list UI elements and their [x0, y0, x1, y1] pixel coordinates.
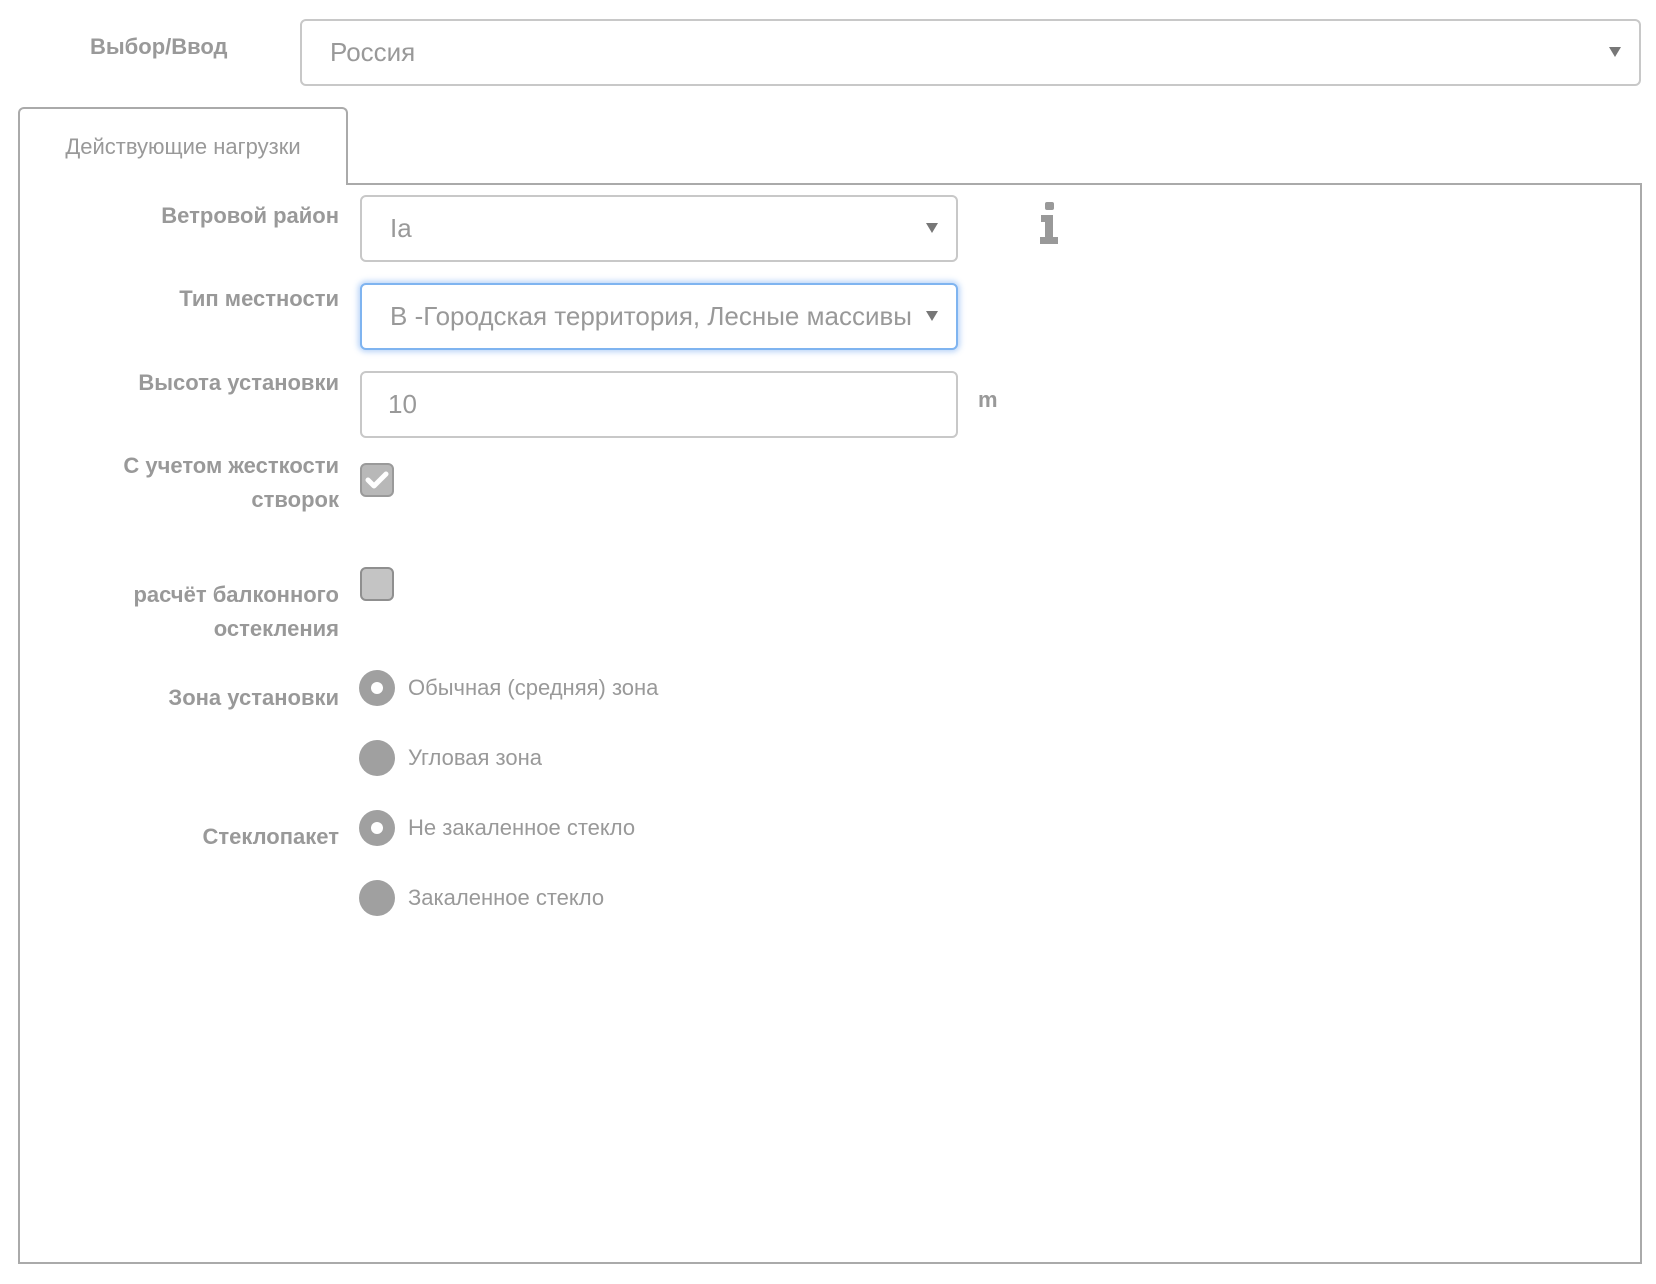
glass-unit-label: Стеклопакет	[202, 824, 339, 849]
glass-unit-radio-non-tempered[interactable]	[359, 810, 395, 846]
install-zone-option-corner[interactable]: Угловая зона	[408, 745, 542, 771]
sash-stiffness-checkbox[interactable]	[360, 463, 394, 497]
tab-loads-label: Действующие нагрузки	[65, 134, 301, 159]
balcony-glazing-label-line1: расчёт балконного	[133, 582, 339, 607]
radio-selected-dot	[371, 822, 383, 834]
radio-selected-dot	[371, 682, 383, 694]
terrain-type-select[interactable]: В -Городская территория, Лесные массивы	[360, 283, 958, 350]
sash-stiffness-label: С учетом жесткости створок	[39, 449, 339, 517]
install-zone-radio-normal[interactable]	[359, 670, 395, 706]
chevron-down-icon	[926, 310, 938, 321]
balcony-glazing-checkbox[interactable]	[360, 567, 394, 601]
terrain-type-value: В -Городская территория, Лесные массивы	[390, 301, 912, 331]
install-zone-option-normal[interactable]: Обычная (средняя) зона	[408, 675, 658, 701]
info-icon[interactable]	[1038, 202, 1060, 244]
balcony-glazing-label-line2: остекления	[213, 616, 339, 641]
sash-stiffness-label-line2: створок	[251, 487, 339, 512]
install-zone-label: Зона установки	[168, 685, 339, 710]
checkmark-icon	[365, 471, 389, 489]
install-height-input[interactable]	[360, 371, 958, 438]
country-select[interactable]: Россия	[300, 19, 1641, 86]
chevron-down-icon	[926, 222, 938, 233]
glass-unit-radio-tempered[interactable]	[359, 880, 395, 916]
country-select-value: Россия	[330, 37, 416, 67]
sash-stiffness-label-line1: С учетом жесткости	[123, 453, 339, 478]
terrain-type-label: Тип местности	[179, 286, 339, 311]
glass-unit-option-non-tempered[interactable]: Не закаленное стекло	[408, 815, 635, 841]
glass-unit-option-tempered[interactable]: Закаленное стекло	[408, 885, 604, 911]
install-zone-radio-corner[interactable]	[359, 740, 395, 776]
tab-loads[interactable]: Действующие нагрузки	[18, 107, 348, 185]
install-height-label: Высота установки	[138, 370, 339, 395]
install-height-unit: m	[978, 387, 998, 412]
country-select-label: Выбор/Ввод	[90, 34, 228, 59]
wind-region-select[interactable]: Ia	[360, 195, 958, 262]
balcony-glazing-label: расчёт балконного остекления	[39, 578, 339, 646]
wind-region-label: Ветровой район	[161, 203, 339, 228]
chevron-down-icon	[1609, 46, 1621, 57]
wind-region-value: Ia	[390, 213, 412, 243]
